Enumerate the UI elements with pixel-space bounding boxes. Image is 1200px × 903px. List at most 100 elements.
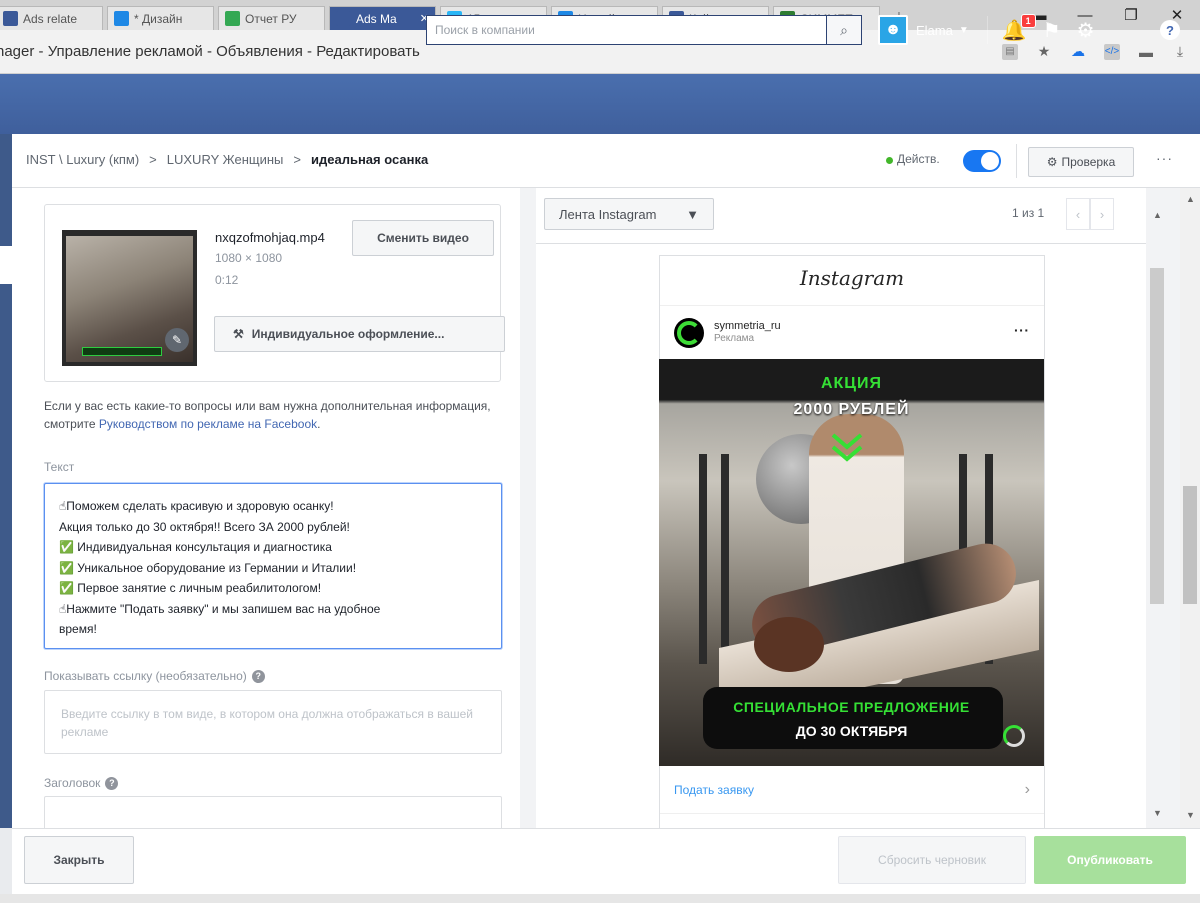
breadcrumb-campaign[interactable]: INST \ Luxury (кпм) [26,152,139,167]
chevron-right-icon: › [1024,780,1030,798]
status-label: Действ. [897,152,940,166]
display-link-placeholder: Введите ссылку в том виде, в котором она… [61,707,473,739]
search-button[interactable]: ⌕ [826,15,862,45]
ad-text-line: ☝Поможем сделать красивую и здоровую оса… [59,499,334,513]
user-name[interactable]: Elama [916,23,953,38]
flag-icon[interactable]: ⚑ [1043,18,1061,43]
video-file-name: nxqzofmohjaq.mp4 [215,230,325,245]
tab-favicon-icon [336,11,351,26]
video-thumbnail[interactable]: ✎ [62,230,197,366]
promo-text-offer: СПЕЦИАЛЬНОЕ ПРЕДЛОЖЕНИЕ [733,699,970,715]
tab-label: Ads relate [23,11,78,26]
cta-row[interactable]: Подать заявку › [660,766,1044,814]
ad-text-line: Акция только до 30 октября!! Всего ЗА 20… [59,519,350,534]
help-text: Если у вас есть какие-то вопросы или вам… [44,399,491,431]
help-icon[interactable]: ? [1160,20,1180,40]
breadcrumb-adset[interactable]: LUXURY Женщины [167,152,284,167]
browser-tab[interactable]: Отчет РУ [218,6,325,30]
loading-spinner-icon [1003,725,1025,747]
placement-select-label: Лента Instagram [559,206,657,222]
gear-icon[interactable]: ⚙ [1077,18,1095,43]
page-scroll-up-icon[interactable]: ▲ [1186,194,1195,204]
chevron-down-icon[interactable]: ▼ [959,25,969,36]
avatar[interactable]: ☻ [878,15,908,45]
breadcrumb: INST \ Luxury (кпм) > LUXURY Женщины > и… [26,152,428,167]
display-link-input[interactable]: Введите ссылку в том виде, в котором она… [44,690,502,754]
more-options-button[interactable]: ··· [1156,150,1173,166]
promo-text-deadline: ДО 30 ОКТЯБРЯ [795,723,908,739]
cta-label: Подать заявку [674,782,754,797]
info-icon[interactable]: ? [251,669,265,683]
battery-extension-icon[interactable]: ▬ [1138,44,1154,60]
status-dot [886,157,893,164]
divider [1016,144,1017,178]
promo-banner [703,687,1003,749]
ad-text-line: ☝Нажмите "Подать заявку" и мы запишем ва… [59,601,381,616]
scroll-up-icon[interactable]: ▲ [1153,210,1162,220]
promo-text-action: АКЦИЯ [820,375,882,392]
page-scrollbar[interactable] [1183,486,1197,604]
notification-badge: 1 [1020,13,1036,28]
preview-pager: 1 из 1 [1012,206,1045,220]
header-user-area: ☻ Elama ▼ 🔔 1 ⚑ ⚙ [878,13,1111,46]
placement-select[interactable]: Лента Instagram ▼ [544,198,714,230]
scroll-down-icon[interactable]: ▼ [1153,808,1162,818]
bell-icon[interactable]: 🔔 1 [1002,13,1036,43]
edit-thumbnail-icon[interactable]: ✎ [165,328,189,352]
download-icon[interactable]: ⤓ [1172,43,1188,60]
ad-guide-link[interactable]: Руководством по рекламе на Facebook [99,417,317,431]
tab-favicon-icon [3,11,18,26]
sponsored-label: Реклама [714,333,755,344]
breadcrumb-separator: > [293,152,301,167]
account-name: symmetria_ru [714,320,781,332]
prev-preview-button[interactable]: ‹ [1066,198,1090,230]
left-nav-strip [0,134,12,828]
headline-field-label: Заголовок ? [44,776,119,790]
publish-button[interactable]: Опубликовать [1034,836,1186,884]
tab-favicon-icon [225,11,240,26]
pager-buttons: ‹ › [1066,198,1114,230]
tab-label: Ads Ma [356,11,397,26]
ad-text-input[interactable]: ☝Поможем сделать красивую и здоровую оса… [44,483,502,649]
browser-tab[interactable]: Ads Ma ✕ [329,6,436,30]
ad-text-line: время! [59,622,97,636]
instagram-logo: Instagram [799,266,905,290]
facebook-header [0,74,1200,134]
page-scroll-down-icon[interactable]: ▼ [1186,810,1195,820]
review-button[interactable]: ⚙ Проверка [1028,147,1134,177]
close-button[interactable]: Закрыть [24,836,134,884]
video-dimensions: 1080 × 1080 [215,251,283,265]
tab-favicon-icon [114,11,129,26]
custom-design-button[interactable]: ⚒ Индивидуальное оформление... [214,316,505,352]
discard-draft-button[interactable]: Сбросить черновик [838,836,1026,884]
restore-window-icon[interactable]: ❐ [1108,0,1154,30]
header-divider [986,16,988,44]
browser-tab[interactable]: * Дизайн [107,6,214,30]
active-toggle[interactable] [963,150,1001,172]
search-input[interactable] [426,15,826,45]
video-duration: 0:12 [215,273,239,287]
tab-label: Отчет РУ [245,11,297,26]
caret-down-icon: ▼ [686,206,699,222]
promo-text-price: 2000 РУБЛЕЙ [793,401,910,418]
ad-creative-image: АКЦИЯ 2000 РУБЛЕЙ СПЕЦИАЛЬНОЕ ПРЕДЛОЖЕНИ… [659,359,1044,766]
breadcrumb-separator: > [149,152,157,167]
tab-label: * Дизайн [134,11,183,26]
company-search: ⌕ [426,15,862,45]
breadcrumb-ad: идеальная осанка [310,152,429,167]
review-button-label: Проверка [1061,155,1116,169]
browser-tab[interactable]: Ads relate [0,6,103,30]
more-icon: ··· [1014,322,1030,338]
ad-text-line: ✅ Уникальное оборудование из Германии и … [59,560,357,575]
preview-scrollbar[interactable] [1150,268,1164,604]
review-icon: ⚙ [1046,155,1058,169]
custom-design-label: Индивидуальное оформление... [251,327,445,341]
change-video-button[interactable]: Сменить видео [352,220,494,256]
next-preview-button[interactable]: › [1090,198,1114,230]
account-avatar [674,318,704,348]
info-icon[interactable]: ? [105,776,119,790]
ad-text-line: ✅ Индивидуальная консультация и диагност… [59,540,332,554]
url-field[interactable]: nager - Управление рекламой - Объявления… [0,43,1002,60]
text-field-label: Текст [44,460,75,474]
magic-wand-icon: ⚒ [233,327,244,341]
